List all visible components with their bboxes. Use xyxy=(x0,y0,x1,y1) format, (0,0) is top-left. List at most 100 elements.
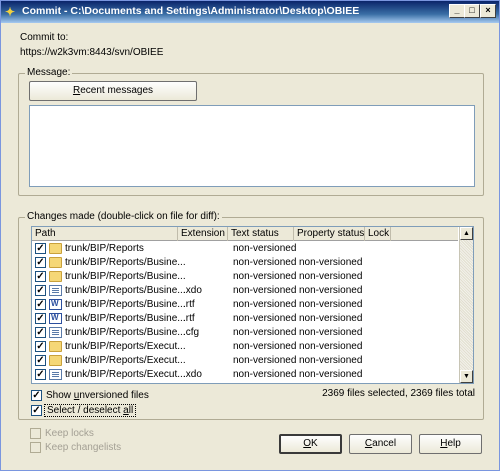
files-summary: 2369 files selected, 2369 files total xyxy=(322,388,475,399)
title-bar[interactable]: ✦ Commit - C:\Documents and Settings\Adm… xyxy=(1,1,499,23)
row-property-status: non-versioned xyxy=(299,327,363,338)
folder-icon xyxy=(49,341,62,352)
table-row[interactable]: ✓ trunk/BIP/Reports non-versioned xyxy=(32,242,458,256)
folder-icon xyxy=(49,355,62,366)
row-path: trunk/BIP/Reports/Execut... xyxy=(65,369,186,380)
table-row[interactable]: ✓ trunk/BIP/Reports/Busine....rtf non-vers… xyxy=(32,298,458,312)
table-row[interactable]: ✓ trunk/BIP/Reports/Busine... .cfg non-vers… xyxy=(32,326,458,340)
row-extension: .xdo xyxy=(183,285,202,296)
file-icon xyxy=(49,369,62,380)
row-checkbox[interactable]: ✓ xyxy=(35,313,46,324)
changes-file-list[interactable]: Path Extension Text status Property stat… xyxy=(31,226,474,384)
column-property-status[interactable]: Property status xyxy=(294,227,365,241)
commit-url: https://w2k3vm:8443/svn/OBIEE xyxy=(20,47,164,58)
tortoise-app-icon: ✦ xyxy=(5,5,16,19)
show-unversioned-checkbox[interactable]: ✓ xyxy=(31,390,42,401)
help-button-label: Help xyxy=(440,438,461,449)
file-icon xyxy=(49,285,62,296)
list-vertical-scrollbar[interactable]: ▲ ▼ xyxy=(459,227,473,383)
row-path: trunk/BIP/Reports/Busine... xyxy=(65,327,186,338)
row-property-status: non-versioned xyxy=(299,299,363,310)
row-path: trunk/BIP/Reports xyxy=(65,243,144,254)
close-button[interactable]: × xyxy=(480,4,496,18)
row-path: trunk/BIP/Reports/Busine... xyxy=(65,299,186,310)
row-property-status: non-versioned xyxy=(299,285,363,296)
table-row[interactable]: ✓ trunk/BIP/Reports/Execut... .xdo non-vers… xyxy=(32,368,458,382)
row-extension: .rtf xyxy=(183,313,195,324)
cancel-button-label: Cancel xyxy=(364,438,397,449)
row-text-status: non-versioned xyxy=(233,341,297,352)
keep-changelists-label: Keep changelists xyxy=(45,442,122,453)
message-group-label: Message: xyxy=(25,67,73,78)
ok-button[interactable]: OK xyxy=(279,434,342,454)
row-checkbox[interactable]: ✓ xyxy=(35,341,46,352)
changes-group-label: Changes made (double-click on file for d… xyxy=(25,211,222,222)
column-text-status[interactable]: Text status xyxy=(228,227,294,241)
row-property-status: non-versioned xyxy=(299,355,363,366)
row-text-status: non-versioned xyxy=(233,271,297,282)
window-title: Commit - C:\Documents and Settings\Admin… xyxy=(22,5,360,17)
row-property-status: non-versioned xyxy=(299,313,363,324)
row-text-status: non-versioned xyxy=(233,257,297,268)
table-row[interactable]: ✓ trunk/BIP/Reports/Busine... .xdo non-vers… xyxy=(32,284,458,298)
row-text-status: non-versioned xyxy=(233,285,297,296)
table-row[interactable]: ✓ trunk/BIP/Reports/Busine... non-versione… xyxy=(32,270,458,284)
table-row[interactable]: ✓ trunk/BIP/Reports/Busine... non-versione… xyxy=(32,256,458,270)
row-path: trunk/BIP/Reports/Busine... xyxy=(65,313,186,324)
row-property-status: non-versioned xyxy=(299,341,363,352)
scroll-down-arrow[interactable]: ▼ xyxy=(460,370,473,383)
keep-changelists-checkbox[interactable] xyxy=(30,442,41,453)
ok-button-label: OK xyxy=(303,438,318,449)
row-text-status: non-versioned xyxy=(233,355,297,366)
row-checkbox[interactable]: ✓ xyxy=(35,257,46,268)
folder-icon xyxy=(49,271,62,282)
show-unversioned-label: Show unversioned files xyxy=(46,390,149,401)
select-all-label: Select / deselect all xyxy=(44,404,137,417)
row-checkbox[interactable]: ✓ xyxy=(35,327,46,338)
word-document-icon xyxy=(49,299,62,310)
row-text-status: non-versioned xyxy=(233,313,297,324)
recent-messages-label: Recent messages xyxy=(72,85,154,96)
row-path: trunk/BIP/Reports/Execut... xyxy=(65,355,186,366)
column-path[interactable]: Path xyxy=(32,227,178,241)
column-lock[interactable]: Lock xyxy=(365,227,391,241)
table-row[interactable]: ✓ trunk/BIP/Reports/Execut... non-versione… xyxy=(32,354,458,368)
maximize-button[interactable]: □ xyxy=(464,4,480,18)
keep-locks-checkbox[interactable] xyxy=(30,428,41,439)
help-button[interactable]: Help xyxy=(419,434,482,454)
file-icon xyxy=(49,327,62,338)
list-header: Path Extension Text status Property stat… xyxy=(32,227,458,241)
minimize-button[interactable]: _ xyxy=(449,4,465,18)
row-extension: .rtf xyxy=(183,299,195,310)
commit-dialog: ✦ Commit - C:\Documents and Settings\Adm… xyxy=(0,0,500,471)
commit-to-label: Commit to: xyxy=(20,32,69,43)
table-row[interactable]: ✓ trunk/BIP/Reports/Busine....rtf non-vers… xyxy=(32,312,458,326)
row-property-status: non-versioned xyxy=(299,271,363,282)
message-textarea[interactable] xyxy=(29,105,475,187)
select-all-checkbox[interactable]: ✓ xyxy=(31,405,42,416)
row-extension: .xdo xyxy=(183,369,202,380)
row-path: trunk/BIP/Reports/Busine... xyxy=(65,285,186,296)
column-extension[interactable]: Extension xyxy=(178,227,228,241)
row-text-status: non-versioned xyxy=(233,243,297,254)
row-path: trunk/BIP/Reports/Busine... xyxy=(65,257,186,268)
word-document-icon xyxy=(49,313,62,324)
row-checkbox[interactable]: ✓ xyxy=(35,369,46,380)
row-path: trunk/BIP/Reports/Execut... xyxy=(65,341,186,352)
recent-messages-button[interactable]: Recent messages xyxy=(29,81,197,101)
row-text-status: non-versioned xyxy=(233,299,297,310)
table-row[interactable]: ✓ trunk/BIP/Reports/Execut... non-versione… xyxy=(32,340,458,354)
changes-group: Changes made (double-click on file for d… xyxy=(18,211,484,420)
row-checkbox[interactable]: ✓ xyxy=(35,355,46,366)
row-checkbox[interactable]: ✓ xyxy=(35,271,46,282)
row-checkbox[interactable]: ✓ xyxy=(35,299,46,310)
scroll-up-arrow[interactable]: ▲ xyxy=(460,227,473,240)
row-property-status: non-versioned xyxy=(299,257,363,268)
cancel-button[interactable]: Cancel xyxy=(349,434,412,454)
folder-icon xyxy=(49,257,62,268)
row-property-status: non-versioned xyxy=(299,369,363,380)
row-checkbox[interactable]: ✓ xyxy=(35,285,46,296)
keep-locks-label: Keep locks xyxy=(45,428,94,439)
row-path: trunk/BIP/Reports/Busine... xyxy=(65,271,186,282)
row-checkbox[interactable]: ✓ xyxy=(35,243,46,254)
